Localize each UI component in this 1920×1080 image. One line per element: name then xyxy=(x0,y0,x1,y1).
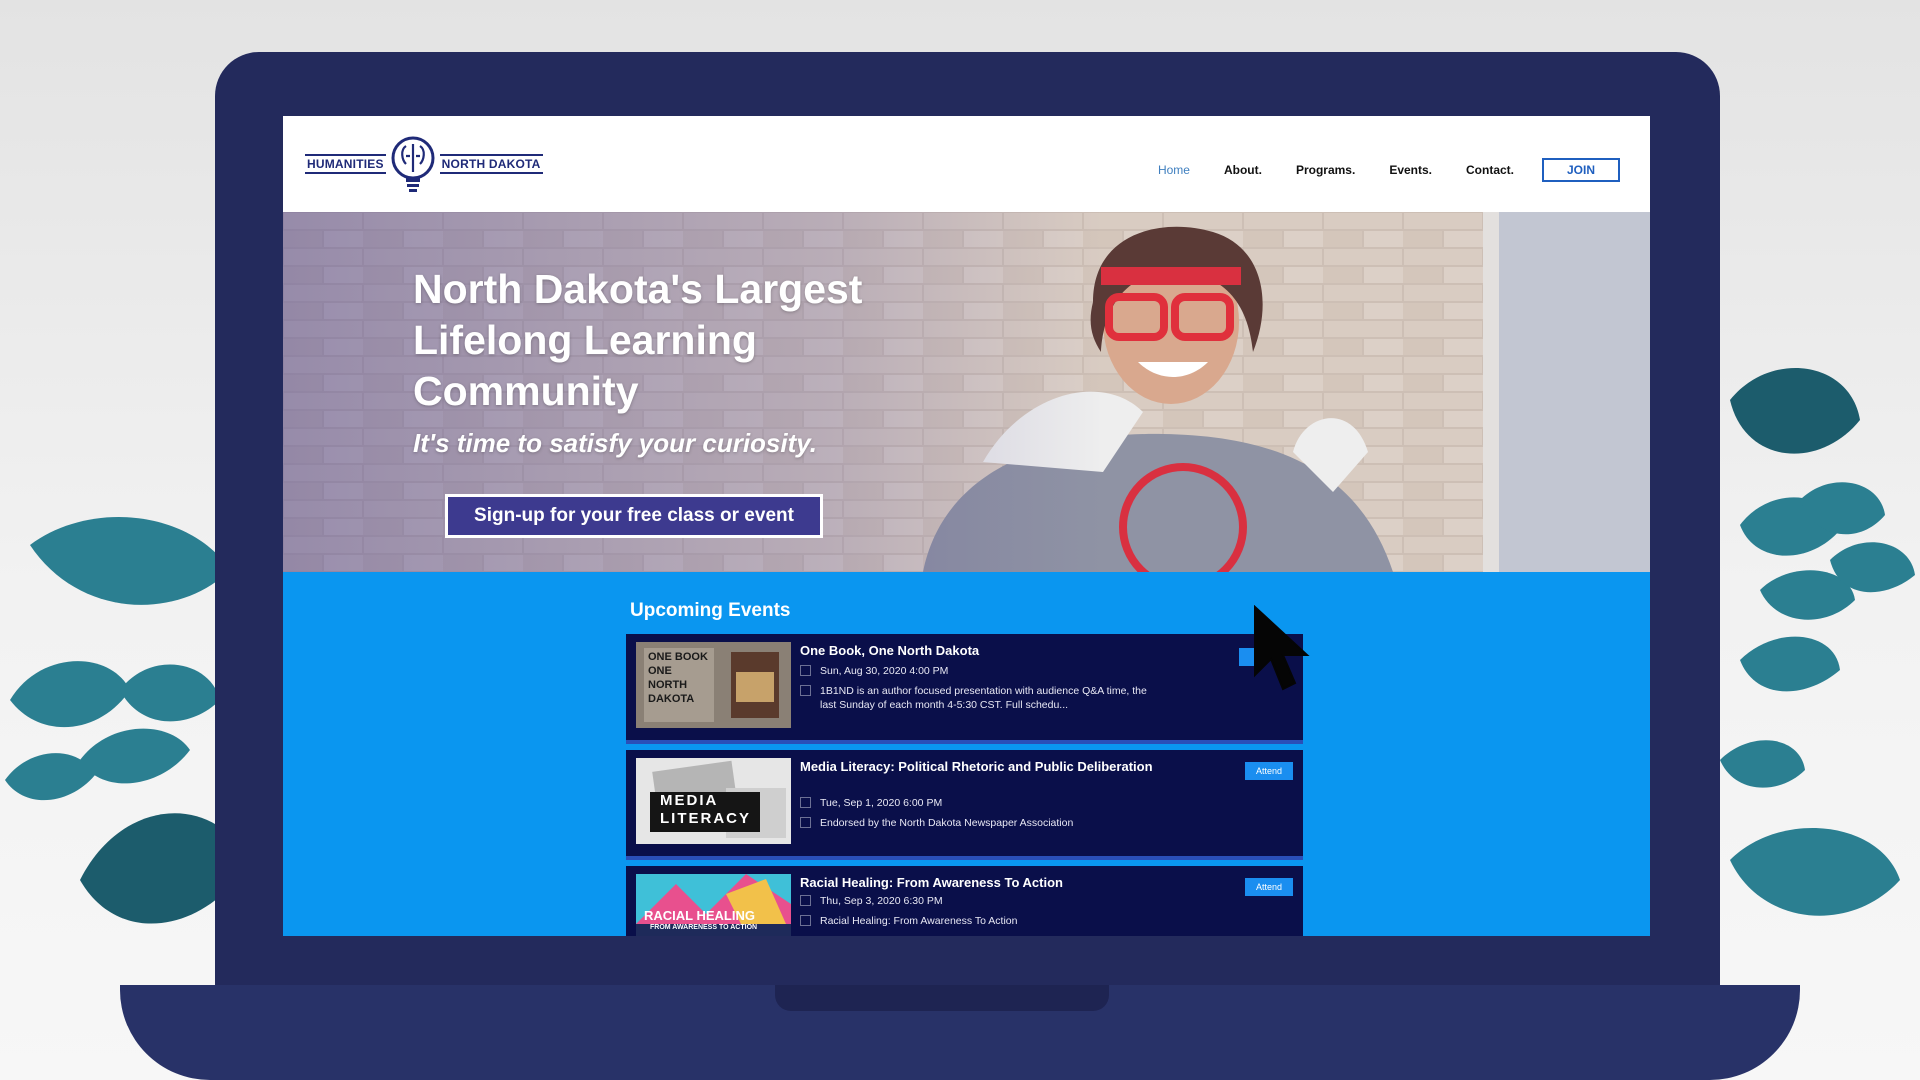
brain-lightbulb-icon xyxy=(391,136,435,192)
thumb-title-line1: MEDIA xyxy=(660,792,719,809)
laptop-notch xyxy=(775,985,1109,1011)
logo-left-text: HUMANITIES xyxy=(305,154,386,174)
event-thumbnail: ONE BOOK ONE NORTH DAKOTA xyxy=(636,642,791,728)
event-description: Racial Healing: From Awareness To Action xyxy=(800,914,1017,928)
logo-right-text: NORTH DAKOTA xyxy=(439,154,543,174)
thumb-title-line2: FROM AWARENESS TO ACTION xyxy=(650,924,758,931)
event-card-one-book[interactable]: ONE BOOK ONE NORTH DAKOTA One Book, One … xyxy=(626,634,1303,744)
main-nav: Home About. Programs. Events. Contact. J… xyxy=(1158,158,1620,182)
attend-button[interactable]: Attend xyxy=(1245,762,1293,780)
event-description: Endorsed by the North Dakota Newspaper A… xyxy=(800,816,1073,830)
thumb-title-line2: LITERACY xyxy=(660,810,751,827)
calendar-icon xyxy=(800,797,811,808)
event-card-media-literacy[interactable]: MEDIA LITERACY Media Literacy: Political… xyxy=(626,750,1303,860)
signup-cta-button[interactable]: Sign-up for your free class or event xyxy=(445,494,823,538)
event-datetime: Tue, Sep 1, 2020 6:00 PM xyxy=(800,796,942,810)
thumb-title-line1: RACIAL HEALING xyxy=(644,908,755,923)
info-icon xyxy=(800,915,811,926)
event-thumbnail: RACIAL HEALING FROM AWARENESS TO ACTION xyxy=(636,874,791,936)
event-title[interactable]: Media Literacy: Political Rhetoric and P… xyxy=(800,758,1160,775)
event-description: 1B1ND is an author focused presentation … xyxy=(800,684,1160,712)
nav-item-events[interactable]: Events. xyxy=(1389,163,1432,177)
nav-item-home[interactable]: Home xyxy=(1158,163,1190,177)
info-icon xyxy=(800,817,811,828)
event-thumbnail: MEDIA LITERACY xyxy=(636,758,791,844)
event-datetime: Thu, Sep 3, 2020 6:30 PM xyxy=(800,894,943,908)
hero-title: North Dakota's Largest Lifelong Learning… xyxy=(413,266,863,414)
website-screen: HUMANITIES NORTH DAKOTA Home About. Prog… xyxy=(283,116,1650,936)
mouse-pointer-icon xyxy=(1254,605,1310,691)
nav-item-programs[interactable]: Programs. xyxy=(1296,163,1355,177)
attend-button[interactable]: Attend xyxy=(1245,878,1293,896)
calendar-icon xyxy=(800,895,811,906)
event-card-racial-healing[interactable]: RACIAL HEALING FROM AWARENESS TO ACTION … xyxy=(626,866,1303,936)
nav-item-contact[interactable]: Contact. xyxy=(1466,163,1514,177)
calendar-icon xyxy=(800,665,811,676)
event-title[interactable]: One Book, One North Dakota xyxy=(800,642,1160,659)
upcoming-events-heading: Upcoming Events xyxy=(630,600,791,621)
site-logo[interactable]: HUMANITIES NORTH DAKOTA xyxy=(305,134,543,194)
nav-item-about[interactable]: About. xyxy=(1224,163,1262,177)
event-datetime: Sun, Aug 30, 2020 4:00 PM xyxy=(800,664,948,678)
event-title[interactable]: Racial Healing: From Awareness To Action xyxy=(800,874,1160,891)
info-icon xyxy=(800,685,811,696)
site-header: HUMANITIES NORTH DAKOTA Home About. Prog… xyxy=(283,116,1650,212)
hero-subtitle: It's time to satisfy your curiosity. xyxy=(413,428,817,458)
join-button[interactable]: JOIN xyxy=(1542,158,1620,182)
hero-banner: North Dakota's Largest Lifelong Learning… xyxy=(283,212,1650,572)
thumb-title: ONE BOOK ONE NORTH DAKOTA xyxy=(648,651,708,705)
